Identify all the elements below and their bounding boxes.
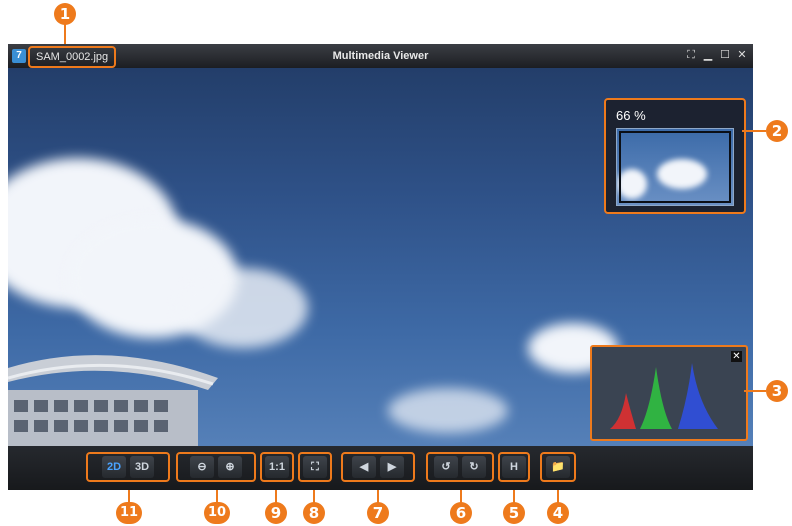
histogram-chart (610, 363, 718, 429)
minimize-icon[interactable]: ▁ (701, 48, 715, 62)
2d-view-button[interactable]: 2D (102, 456, 126, 478)
callout-6: 6 (450, 502, 472, 524)
zoom-group: ⊖ ⊕ (176, 452, 256, 482)
callout-8: 8 (303, 502, 325, 524)
navigator-panel[interactable]: 66 % (604, 98, 746, 214)
next-icon[interactable]: ▶ (380, 456, 404, 478)
fullscreen-icon[interactable]: ⛶ (684, 48, 698, 62)
stadium-image (8, 355, 218, 446)
filename-label: SAM_0002.jpg (28, 46, 117, 68)
histogram-panel: ✕ (590, 345, 748, 441)
previous-icon[interactable]: ◀ (352, 456, 376, 478)
zoom-percentage: 66 % (616, 108, 646, 123)
folder-icon[interactable]: 📁 (546, 456, 570, 478)
histogram-toggle-group: H (498, 452, 530, 482)
callout-3: 3 (766, 380, 788, 402)
navigation-group: ◀ ▶ (341, 452, 415, 482)
open-folder-group: 📁 (540, 452, 576, 482)
histogram-toggle-button[interactable]: H (502, 456, 526, 478)
title-bar: Multimedia Viewer 7 SAM_0002.jpg ⛶ ▁ ☐ ✕ (8, 44, 753, 68)
fit-screen-icon[interactable]: ⛶ (303, 456, 327, 478)
image-viewport[interactable]: 66 % ✕ (8, 68, 753, 446)
cloud (388, 388, 508, 433)
view-mode-group: 2D 3D (86, 452, 170, 482)
zoom-in-icon[interactable]: ⊕ (218, 456, 242, 478)
app-icon: 7 (12, 49, 26, 63)
actual-size-group: 1:1 (260, 452, 294, 482)
callout-11: 11 (116, 502, 142, 524)
actual-size-button[interactable]: 1:1 (265, 456, 289, 478)
window-title: Multimedia Viewer (332, 50, 429, 62)
rotate-right-icon[interactable]: ↻ (462, 456, 486, 478)
toolbar: 2D 3D ⊖ ⊕ 1:1 ⛶ ◀ ▶ ↺ ↻ H 📁 (8, 446, 753, 490)
fit-screen-group: ⛶ (298, 452, 332, 482)
callout-2: 2 (766, 120, 788, 142)
callout-10: 10 (204, 502, 230, 524)
rotate-left-icon[interactable]: ↺ (434, 456, 458, 478)
callout-9: 9 (265, 502, 287, 524)
rotate-group: ↺ ↻ (426, 452, 494, 482)
callout-7: 7 (367, 502, 389, 524)
zoom-out-icon[interactable]: ⊖ (190, 456, 214, 478)
close-icon[interactable]: ✕ (735, 48, 749, 62)
callout-1: 1 (54, 3, 76, 25)
multimedia-viewer-window: Multimedia Viewer 7 SAM_0002.jpg ⛶ ▁ ☐ ✕ (8, 44, 753, 490)
view-area-frame[interactable] (619, 131, 731, 203)
maximize-icon[interactable]: ☐ (718, 48, 732, 62)
callout-4: 4 (547, 502, 569, 524)
3d-view-button[interactable]: 3D (130, 456, 154, 478)
navigator-thumbnail[interactable] (616, 128, 734, 206)
callout-5: 5 (503, 502, 525, 524)
